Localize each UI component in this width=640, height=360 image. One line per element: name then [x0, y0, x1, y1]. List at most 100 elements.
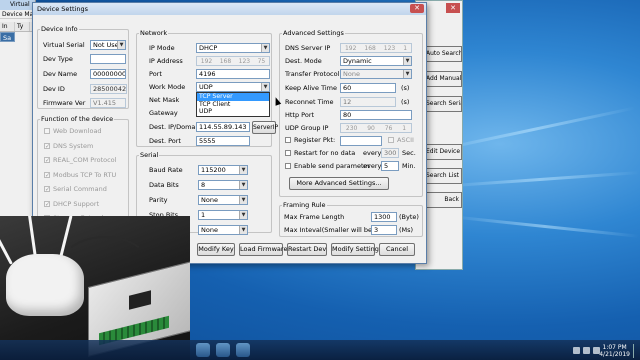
restart-no-data-checkbox[interactable]: Restart for no data: [285, 149, 355, 157]
ascii-checkbox[interactable]: ASCII: [388, 136, 414, 144]
virtual-serial-label: Virtual Serial: [43, 41, 85, 49]
table-cell: Sa: [0, 32, 15, 42]
port-input[interactable]: 4196: [196, 69, 270, 79]
dev-name-label: Dev Name: [43, 70, 78, 78]
dev-name-input[interactable]: 000000001: [90, 69, 126, 79]
chevron-down-icon[interactable]: ▼: [261, 44, 269, 52]
dev-type-input[interactable]: [90, 54, 126, 64]
background-app-menu[interactable]: Device Manag: [0, 10, 35, 19]
server-ip-button[interactable]: ServerIP: [252, 121, 278, 134]
chevron-down-icon[interactable]: ▼: [261, 83, 269, 91]
modify-key-button[interactable]: Modify Key: [197, 243, 235, 256]
volume-icon[interactable]: [583, 347, 590, 354]
dropdown-option-tcp-client[interactable]: TCP Client: [197, 101, 269, 109]
serial-legend: Serial: [140, 151, 159, 159]
function-checkbox: ✓ DHCP Support: [44, 200, 99, 208]
work-mode-dropdown[interactable]: TCP Server TCP Client UDP: [196, 92, 270, 117]
background-app-window[interactable]: Virtual Device Manag In Ty 1 Sa: [0, 0, 36, 220]
dropdown-option-udp[interactable]: UDP: [197, 108, 269, 116]
max-frame-length-input[interactable]: 1300: [371, 212, 397, 222]
modify-setting-button[interactable]: Modify Setting: [331, 243, 379, 256]
cancel-button[interactable]: Cancel: [379, 243, 415, 256]
data-bits-select[interactable]: 8 ▼: [198, 180, 248, 190]
network-icon[interactable]: [573, 347, 580, 354]
taskbar-app-icon[interactable]: [216, 343, 230, 357]
baud-rate-select[interactable]: 115200 ▼: [198, 165, 248, 175]
reconnet-time-input: 12: [340, 97, 396, 107]
show-desktop-button[interactable]: [633, 344, 638, 358]
checkbox-box[interactable]: [285, 150, 291, 156]
stop-bits-value: 1: [201, 211, 206, 219]
more-advanced-settings-button[interactable]: More Advanced Settings...: [289, 177, 389, 190]
parity-select[interactable]: None ▼: [198, 195, 248, 205]
chevron-down-icon[interactable]: ▼: [239, 211, 247, 219]
taskbar-app-icon[interactable]: [236, 343, 250, 357]
data-bits-label: Data Bits: [149, 181, 179, 189]
function-label: Modbus TCP To RTU: [53, 170, 117, 179]
reconnet-time-label: Reconnet Time: [285, 98, 334, 106]
chevron-down-icon[interactable]: ▼: [117, 41, 125, 49]
edit-device-button[interactable]: Edit Device: [422, 144, 462, 160]
back-button[interactable]: Back: [422, 192, 462, 208]
restart-no-data-label: Restart for no data: [294, 149, 356, 157]
function-checkbox: Web Download: [44, 127, 102, 135]
chevron-down-icon[interactable]: ▼: [403, 57, 411, 65]
background-app-title: Virtual: [0, 0, 35, 10]
search-serial-button[interactable]: Search Serial: [422, 96, 462, 112]
enable-send-param-checkbox[interactable]: Enable send parameter: [285, 162, 370, 170]
column-header[interactable]: Ty: [15, 22, 30, 31]
keep-alive-unit: (s): [401, 84, 410, 92]
keep-alive-input[interactable]: 60: [340, 83, 396, 93]
gateway-label: Gateway: [149, 109, 178, 117]
column-header[interactable]: In: [0, 22, 15, 31]
dest-mode-select[interactable]: Dynamic ▼: [340, 56, 412, 66]
enable-send-param-label: Enable send parameter: [294, 162, 371, 170]
dest-ip-input[interactable]: 114.55.89.143: [196, 122, 250, 132]
function-checkbox: ✓ Modbus TCP To RTU: [44, 171, 116, 179]
virtual-serial-select[interactable]: Not Use ▼: [90, 40, 126, 50]
chevron-down-icon[interactable]: ▼: [239, 166, 247, 174]
checkbox-box: ✓: [44, 157, 51, 164]
router-antenna: [27, 216, 37, 259]
checkbox-box[interactable]: [388, 137, 394, 143]
close-icon[interactable]: ✕: [446, 3, 460, 13]
stop-bits-select[interactable]: 1 ▼: [198, 210, 248, 220]
ip-octet: 168: [219, 58, 232, 65]
function-checkbox: ✓ DNS System: [44, 142, 93, 150]
max-interval-input[interactable]: 3: [371, 225, 397, 235]
taskbar-app-icon[interactable]: [196, 343, 210, 357]
chevron-down-icon[interactable]: ▼: [239, 181, 247, 189]
ip-octet: 123: [383, 45, 396, 52]
dest-port-input[interactable]: 5555: [196, 136, 250, 146]
add-manually-button[interactable]: Add Manually: [422, 71, 462, 87]
close-icon[interactable]: ✕: [410, 4, 424, 13]
search-list-button[interactable]: Search List: [422, 168, 462, 184]
send-interval-input[interactable]: 5: [381, 161, 399, 171]
restart-dev-button[interactable]: Restart Dev: [287, 243, 327, 256]
chevron-down-icon[interactable]: ▼: [239, 226, 247, 234]
http-port-input[interactable]: 80: [340, 110, 412, 120]
checkbox-box[interactable]: [285, 163, 291, 169]
checkbox-box: ✓: [44, 186, 51, 193]
clock-date: 4/21/2019: [599, 351, 630, 358]
device-info-legend: Device Info: [41, 25, 78, 33]
chevron-down-icon[interactable]: ▼: [239, 196, 247, 204]
register-pkt-checkbox[interactable]: Register Pkt:: [285, 136, 335, 144]
ip-mode-select[interactable]: DHCP ▼: [196, 43, 270, 53]
dev-id-label: Dev ID: [43, 85, 65, 93]
checkbox-box[interactable]: [285, 137, 291, 143]
register-pkt-input[interactable]: [340, 136, 382, 146]
ip-mode-value: DHCP: [199, 44, 218, 52]
ip-octet: 192: [200, 58, 213, 65]
auto-search-button[interactable]: Auto Search: [422, 46, 462, 62]
dialog-titlebar[interactable]: Device Settings ✕: [33, 3, 426, 15]
dropdown-option-tcp-server[interactable]: TCP Server: [197, 93, 269, 101]
table-row[interactable]: 1 Sa: [0, 32, 35, 42]
register-pkt-label: Register Pkt:: [294, 136, 336, 144]
load-firmware-button[interactable]: Load Firmware: [239, 243, 287, 256]
flow-control-select[interactable]: None ▼: [198, 225, 248, 235]
function-label: DNS System: [53, 141, 94, 150]
dest-mode-label: Dest. Mode: [285, 57, 322, 65]
system-clock[interactable]: 1:07 PM 4/21/2019: [599, 344, 630, 358]
work-mode-select[interactable]: UDP ▼: [196, 82, 270, 92]
